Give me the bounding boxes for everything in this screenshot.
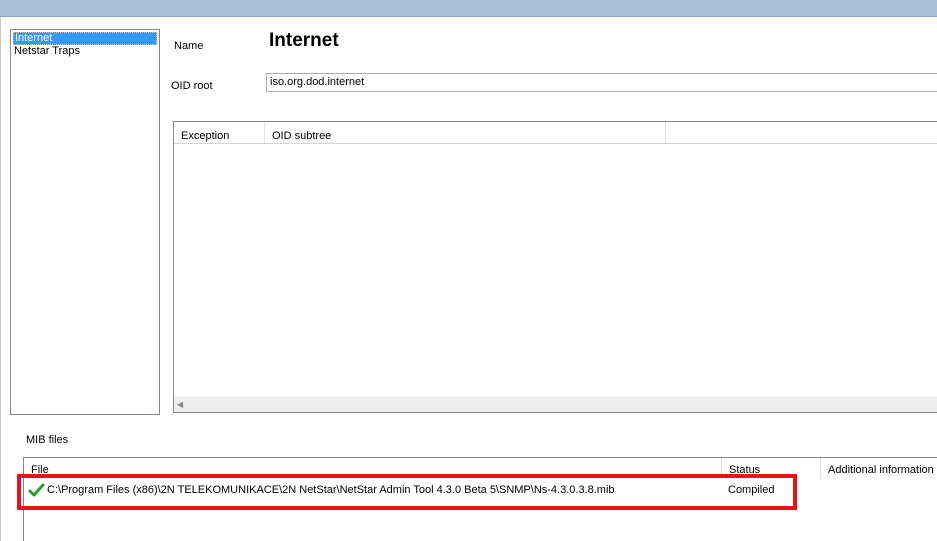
oid-root-label: OID root [171, 80, 213, 92]
mib-files-label: MIB files [26, 434, 69, 446]
mib-tree-list[interactable]: Internet Netstar Traps [10, 29, 160, 415]
tree-item-label: Netstar Traps [14, 45, 81, 57]
name-value: Internet [269, 30, 339, 51]
tree-item-netstar-traps[interactable]: Netstar Traps [13, 45, 81, 58]
tree-item-internet[interactable]: Internet [13, 32, 157, 45]
column-header-oid-subtree[interactable]: OID subtree [265, 122, 666, 143]
tree-item-label: Internet [15, 32, 53, 44]
window-title-bar [0, 0, 937, 16]
column-header-filler [666, 122, 937, 143]
scroll-left-arrow-icon[interactable]: ◀ [177, 399, 183, 411]
annotation-highlight-box [17, 474, 797, 510]
oid-root-input[interactable]: iso.org.dod.internet [266, 73, 937, 92]
column-header-exception[interactable]: Exception [174, 122, 265, 143]
exceptions-table[interactable]: Exception OID subtree ◀ [173, 121, 937, 413]
name-label: Name [174, 40, 204, 52]
exceptions-table-header: Exception OID subtree [174, 122, 937, 144]
horizontal-scrollbar[interactable]: ◀ [174, 397, 937, 412]
column-header-additional-information[interactable]: Additional information [821, 458, 937, 479]
